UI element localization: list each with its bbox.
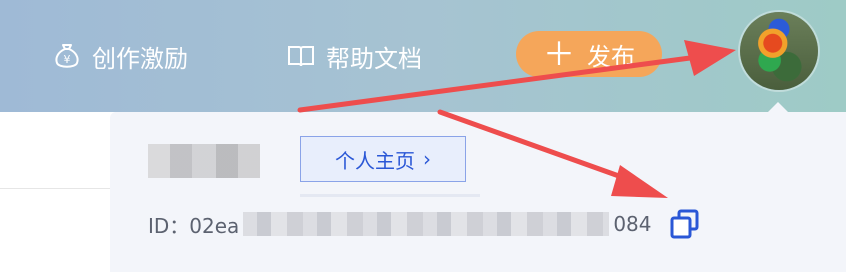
copy-icon[interactable] — [668, 207, 702, 241]
user-id-suffix: 084 — [613, 212, 652, 236]
home-button-label: 个人主页 — [335, 148, 415, 173]
publish-label: 发布 — [587, 42, 635, 71]
book-icon — [286, 41, 316, 71]
user-id-row: ID：02ea 084 — [148, 206, 652, 242]
svg-text:¥: ¥ — [64, 53, 71, 66]
user-id-prefix: ID：02ea — [148, 213, 240, 238]
nav-label: 帮助文档 — [326, 44, 422, 73]
chevron-right-icon: › — [423, 147, 431, 171]
personal-homepage-button[interactable]: 个人主页 › — [300, 136, 466, 182]
user-avatar[interactable] — [740, 12, 818, 90]
divider — [300, 194, 480, 197]
nav-creator-incentive[interactable]: ¥ 创作激励 — [52, 36, 188, 76]
publish-button[interactable]: ＋ 发布 — [516, 31, 662, 77]
user-dropdown-panel — [110, 112, 846, 272]
username-blurred — [140, 144, 266, 178]
money-bag-icon: ¥ — [52, 41, 82, 71]
plus-icon: ＋ — [542, 35, 575, 73]
nav-label: 创作激励 — [92, 44, 188, 73]
divider — [0, 188, 110, 189]
user-id-blurred — [243, 212, 610, 236]
nav-help-docs[interactable]: 帮助文档 — [286, 36, 422, 76]
